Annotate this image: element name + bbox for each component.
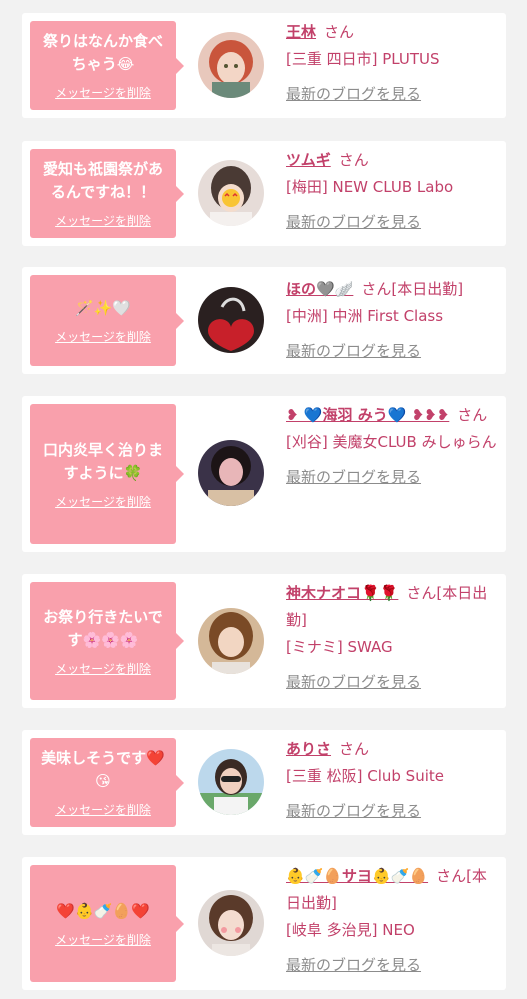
name-line: 王林 さん — [286, 19, 498, 46]
status-text: [本日出勤] — [391, 280, 464, 298]
avatar[interactable] — [198, 749, 264, 815]
message-bubble: 愛知も祇園祭があるんですね！！ メッセージを削除 — [30, 149, 184, 238]
name-line: ツムギ さん — [286, 147, 498, 174]
shop-text: [三重 四日市] PLUTUS — [286, 50, 440, 68]
delete-message-link[interactable]: メッセージを削除 — [55, 801, 151, 818]
message-card: 祭りはなんか食べちゃう😂 メッセージを削除 王林 さん [三重 四日市] PLUT… — [22, 13, 506, 118]
latest-blog-link[interactable]: 最新のブログを見る — [286, 338, 498, 365]
avatar-photo-icon — [198, 749, 264, 815]
avatar[interactable] — [198, 890, 264, 956]
cast-name-link[interactable]: 王林 — [286, 23, 316, 41]
delete-message-link[interactable]: メッセージを削除 — [55, 660, 151, 677]
delete-message-link[interactable]: メッセージを削除 — [55, 328, 151, 345]
delete-message-link[interactable]: メッセージを削除 — [55, 931, 151, 948]
avatar-photo-icon — [198, 890, 264, 956]
name-line: 神木ナオコ🌹🌹 さん[本日出勤] — [286, 580, 498, 634]
delete-message-link[interactable]: メッセージを削除 — [55, 212, 151, 229]
avatar[interactable] — [198, 160, 264, 226]
shop-text: [刈谷] 美魔女CLUB みしゅらん — [286, 433, 497, 451]
message-bubble: ❤️👶🍼🥚❤️ メッセージを削除 — [30, 865, 184, 982]
delete-message-link[interactable]: メッセージを削除 — [55, 84, 151, 101]
message-card: 🪄✨🤍 メッセージを削除 ほの🩶🪽 さん[本日出勤] [中洲] 中洲 First … — [22, 267, 506, 374]
message-card: ❤️👶🍼🥚❤️ メッセージを削除 👶🍼🥚サヨ👶🍼🥚 さん[本日出勤] [岐阜 多治… — [22, 857, 506, 990]
latest-blog-link[interactable]: 最新のブログを見る — [286, 798, 498, 825]
cast-info: ほの🩶🪽 さん[本日出勤] [中洲] 中洲 First Class 最新のブログを… — [286, 276, 498, 365]
message-text: 美味しそうです❤️😘 — [41, 749, 165, 790]
san-suffix: さん — [457, 406, 488, 424]
message-card: お祭り行きたいです🌸🌸🌸 メッセージを削除 神木ナオコ🌹🌹 さん[本日出勤] [ミ… — [22, 574, 506, 708]
cast-name-link[interactable]: ありさ — [286, 740, 331, 758]
avatar[interactable] — [198, 440, 264, 506]
message-bubble: 祭りはなんか食べちゃう😂 メッセージを削除 — [30, 21, 184, 110]
cast-name-link[interactable]: 神木ナオコ🌹🌹 — [286, 584, 398, 602]
name-line: ❥ 💙海羽 みう💙 ❥❥❥ さん — [286, 402, 498, 429]
avatar-photo-icon — [198, 608, 264, 674]
cast-info: ツムギ さん [梅田] NEW CLUB Labo 最新のブログを見る — [286, 147, 498, 236]
shop-text: [中洲] 中洲 First Class — [286, 307, 444, 325]
latest-blog-link[interactable]: 最新のブログを見る — [286, 81, 498, 108]
san-suffix: さん — [406, 584, 437, 602]
avatar-photo-icon — [198, 440, 264, 506]
message-bubble: 美味しそうです❤️😘 メッセージを削除 — [30, 738, 184, 827]
cast-info: 神木ナオコ🌹🌹 さん[本日出勤] [ミナミ] SWAG 最新のブログを見る — [286, 580, 498, 696]
message-card: 口内炎早く治りますように🍀 メッセージを削除 ❥ 💙海羽 みう💙 ❥❥❥ さん [… — [22, 396, 506, 552]
cast-name-link[interactable]: ❥ 💙海羽 みう💙 ❥❥❥ — [286, 406, 449, 424]
avatar-photo-icon — [198, 287, 264, 353]
latest-blog-link[interactable]: 最新のブログを見る — [286, 669, 498, 696]
delete-message-link[interactable]: メッセージを削除 — [55, 493, 151, 510]
message-text: ❤️👶🍼🥚❤️ — [56, 901, 150, 920]
cast-info: 👶🍼🥚サヨ👶🍼🥚 さん[本日出勤] [岐阜 多治見] NEO 最新のブログを見る — [286, 863, 498, 979]
san-suffix: さん — [324, 23, 355, 41]
shop-text: [岐阜 多治見] NEO — [286, 921, 415, 939]
cast-name-link[interactable]: 👶🍼🥚サヨ👶🍼🥚 — [286, 867, 428, 885]
cast-info: 王林 さん [三重 四日市] PLUTUS 最新のブログを見る — [286, 19, 498, 108]
name-line: ありさ さん — [286, 736, 498, 763]
san-suffix: さん — [436, 867, 467, 885]
shop-text: [三重 松阪] Club Suite — [286, 767, 444, 785]
cast-info: ありさ さん [三重 松阪] Club Suite 最新のブログを見る — [286, 736, 498, 825]
san-suffix: さん — [339, 740, 370, 758]
message-bubble: 口内炎早く治りますように🍀 メッセージを削除 — [30, 404, 184, 544]
message-bubble: お祭り行きたいです🌸🌸🌸 メッセージを削除 — [30, 582, 184, 700]
message-text: 祭りはなんか食べちゃう😂 — [42, 32, 163, 73]
name-line: 👶🍼🥚サヨ👶🍼🥚 さん[本日出勤] — [286, 863, 498, 917]
cast-info: ❥ 💙海羽 みう💙 ❥❥❥ さん [刈谷] 美魔女CLUB みしゅらん 最新のブロ… — [286, 402, 498, 491]
cast-name-link[interactable]: ツムギ — [286, 151, 331, 169]
name-line: ほの🩶🪽 さん[本日出勤] — [286, 276, 498, 303]
message-text: 🪄✨🤍 — [74, 298, 132, 317]
latest-blog-link[interactable]: 最新のブログを見る — [286, 952, 498, 979]
san-suffix: さん — [338, 151, 369, 169]
message-card: 美味しそうです❤️😘 メッセージを削除 ありさ さん [三重 松阪] Club S… — [22, 730, 506, 835]
latest-blog-link[interactable]: 最新のブログを見る — [286, 209, 498, 236]
message-text: お祭り行きたいです🌸🌸🌸 — [43, 607, 163, 649]
message-bubble: 🪄✨🤍 メッセージを削除 — [30, 275, 184, 366]
avatar[interactable] — [198, 32, 264, 98]
avatar-photo-icon — [198, 32, 264, 98]
message-text: 愛知も祇園祭があるんですね！！ — [42, 160, 163, 201]
avatar-photo-icon — [198, 160, 264, 226]
avatar[interactable] — [198, 287, 264, 353]
message-text: 口内炎早く治りますように🍀 — [42, 440, 163, 482]
latest-blog-link[interactable]: 最新のブログを見る — [286, 464, 498, 491]
san-suffix: さん — [361, 280, 392, 298]
shop-text: [梅田] NEW CLUB Labo — [286, 178, 454, 196]
avatar[interactable] — [198, 608, 264, 674]
message-card: 愛知も祇園祭があるんですね！！ メッセージを削除 ツムギ さん [梅田] NEW … — [22, 141, 506, 246]
shop-text: [ミナミ] SWAG — [286, 638, 393, 656]
cast-name-link[interactable]: ほの🩶🪽 — [286, 280, 353, 298]
